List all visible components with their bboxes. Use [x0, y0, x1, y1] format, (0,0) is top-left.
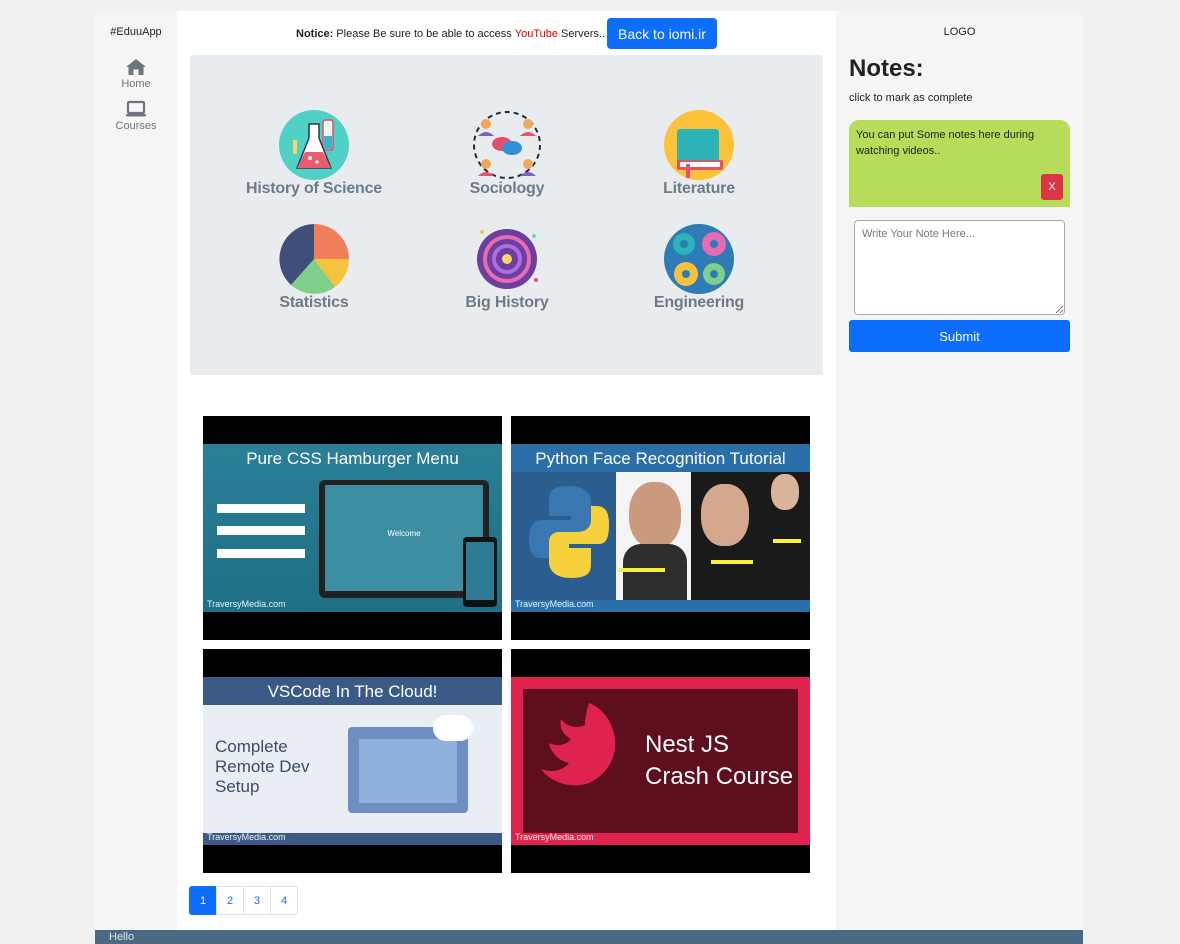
footer: Hello — [95, 930, 1083, 944]
category-label: History of Science — [245, 180, 382, 197]
page-button-3[interactable]: 3 — [243, 886, 271, 915]
screen-welcome-text: Welcome — [387, 529, 421, 538]
logo: LOGO — [943, 26, 976, 38]
category-engineering[interactable]: Engineering — [609, 224, 789, 312]
video-thumbnail: Pure CSS Hamburger Menu Welcome Traversy… — [203, 444, 502, 612]
notice-bar: Notice: Please Be sure to be able to acc… — [177, 18, 836, 49]
video-title: VSCode In The Cloud! — [267, 682, 438, 701]
home-icon — [95, 58, 177, 76]
left-nav: #EduuApp Home Courses — [95, 11, 177, 930]
video-thumbnail: VSCode In The Cloud! Complete Remote Dev… — [203, 677, 502, 845]
category-label: Big History — [465, 294, 549, 311]
nav-home-label: Home — [121, 78, 151, 90]
note-item[interactable]: You can put Some notes here during watch… — [849, 120, 1070, 207]
channel-watermark: TraversyMedia.com — [207, 599, 286, 609]
notice-prefix: Notice: — [296, 27, 334, 40]
video-thumbnail: Nest JS Crash Course TraversyMedia.com — [511, 677, 810, 845]
video-subtitle-line: Remote Dev — [215, 757, 310, 776]
video-thumbnail: Python Face Recognition Tutorial Travers… — [511, 444, 810, 612]
video-card[interactable]: VSCode In The Cloud! Complete Remote Dev… — [203, 649, 502, 873]
page-button-1[interactable]: 1 — [189, 886, 217, 915]
video-card[interactable]: Pure CSS Hamburger Menu Welcome Traversy… — [203, 416, 502, 640]
submit-note-button[interactable]: Submit — [849, 320, 1070, 352]
category-label: Statistics — [279, 294, 349, 311]
video-subtitle-line: Complete — [215, 737, 288, 756]
video-card[interactable]: Nest JS Crash Course TraversyMedia.com — [511, 649, 810, 873]
category-panel: History of Science Sociology Literature … — [190, 55, 823, 375]
nav-courses-label: Courses — [115, 120, 157, 132]
note-text: You can put Some notes here during watch… — [856, 129, 1035, 157]
category-history-of-science[interactable]: History of Science — [224, 110, 404, 198]
notice-highlight: YouTube — [514, 27, 559, 40]
nestjs-logo-icon — [541, 703, 616, 786]
category-label: Sociology — [469, 180, 545, 197]
nav-item-courses[interactable]: Courses — [95, 100, 177, 132]
category-label: Literature — [663, 180, 735, 197]
app-window: #EduuApp Home Courses Notice: Please Be … — [95, 11, 1083, 930]
category-literature[interactable]: Literature — [609, 110, 789, 198]
notes-panel: LOGO Notes: click to mark as complete Yo… — [836, 11, 1083, 930]
video-title: Pure CSS Hamburger Menu — [246, 449, 459, 468]
nav-item-home[interactable]: Home — [95, 58, 177, 90]
main-content: Notice: Please Be sure to be able to acc… — [177, 11, 836, 930]
people-chat-icon — [473, 111, 541, 179]
python-logo-icon — [529, 486, 609, 578]
notes-subtitle: click to mark as complete — [849, 92, 973, 104]
notice-text-after: Servers.. — [561, 27, 606, 40]
video-title: Python Face Recognition Tutorial — [535, 449, 786, 468]
laptop-icon — [95, 100, 177, 118]
flask-icon — [279, 110, 349, 180]
channel-watermark: TraversyMedia.com — [515, 832, 594, 842]
note-input[interactable] — [854, 220, 1065, 315]
galaxy-icon — [477, 229, 538, 289]
category-big-history[interactable]: Big History — [417, 224, 597, 312]
book-icon — [664, 110, 734, 180]
video-title-line: Nest JS — [645, 731, 730, 758]
category-statistics[interactable]: Statistics — [224, 224, 404, 312]
notice-text-before: Please Be sure to be able to access — [336, 27, 512, 40]
notes-title: Notes: — [849, 55, 924, 82]
video-title-line: Crash Course — [645, 763, 794, 790]
pie-chart-icon — [279, 224, 349, 294]
channel-watermark: TraversyMedia.com — [207, 832, 286, 842]
delete-note-button[interactable]: X — [1041, 174, 1063, 200]
pagination: 1 2 3 4 — [189, 886, 298, 915]
channel-watermark: TraversyMedia.com — [515, 599, 594, 609]
brand: #EduuApp — [110, 26, 162, 38]
page-button-4[interactable]: 4 — [270, 886, 298, 915]
video-subtitle-line: Setup — [215, 777, 260, 796]
category-label: Engineering — [653, 294, 745, 311]
page-button-2[interactable]: 2 — [216, 886, 244, 915]
back-to-site-button[interactable]: Back to iomi.ir — [607, 18, 717, 49]
video-card[interactable]: Python Face Recognition Tutorial Travers… — [511, 416, 810, 640]
gears-icon — [664, 224, 734, 294]
category-sociology[interactable]: Sociology — [417, 110, 597, 198]
